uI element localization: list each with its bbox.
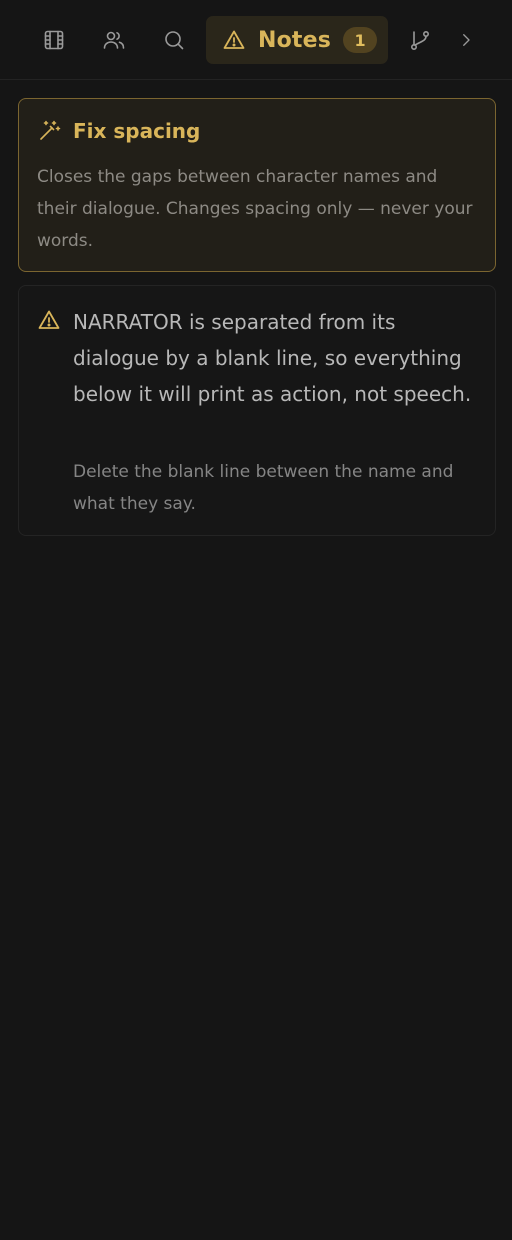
people-icon bbox=[103, 31, 125, 49]
toolbar: Notes 1 bbox=[0, 0, 512, 80]
notes-count-badge: 1 bbox=[343, 27, 378, 53]
chevron-right-icon bbox=[463, 34, 470, 46]
search-button[interactable] bbox=[150, 16, 198, 64]
note-message: NARRATOR is separated from its dialogue … bbox=[73, 310, 472, 406]
tab-notes-label: Notes bbox=[258, 27, 332, 53]
warning-icon bbox=[222, 28, 246, 52]
film-icon bbox=[44, 30, 64, 50]
branch-icon bbox=[410, 30, 430, 50]
fix-spacing-title: Fix spacing bbox=[73, 119, 201, 143]
warning-icon bbox=[37, 308, 61, 332]
note-item: NARRATOR is separated from its dialogue … bbox=[18, 285, 496, 536]
characters-button[interactable] bbox=[90, 16, 138, 64]
fix-spacing-description: Closes the gaps between character names … bbox=[37, 167, 473, 251]
fix-spacing-header: Fix spacing bbox=[37, 119, 200, 143]
scenes-button[interactable] bbox=[30, 16, 78, 64]
search-icon bbox=[165, 31, 184, 50]
fix-spacing-card[interactable]: Fix spacing Closes the gaps between char… bbox=[18, 98, 496, 272]
magic-wand-icon bbox=[40, 120, 61, 140]
versions-button[interactable] bbox=[396, 16, 444, 64]
note-hint: Delete the blank line between the name a… bbox=[73, 462, 454, 514]
tab-notes[interactable]: Notes 1 bbox=[206, 16, 388, 64]
next-tab-button[interactable] bbox=[442, 16, 490, 64]
